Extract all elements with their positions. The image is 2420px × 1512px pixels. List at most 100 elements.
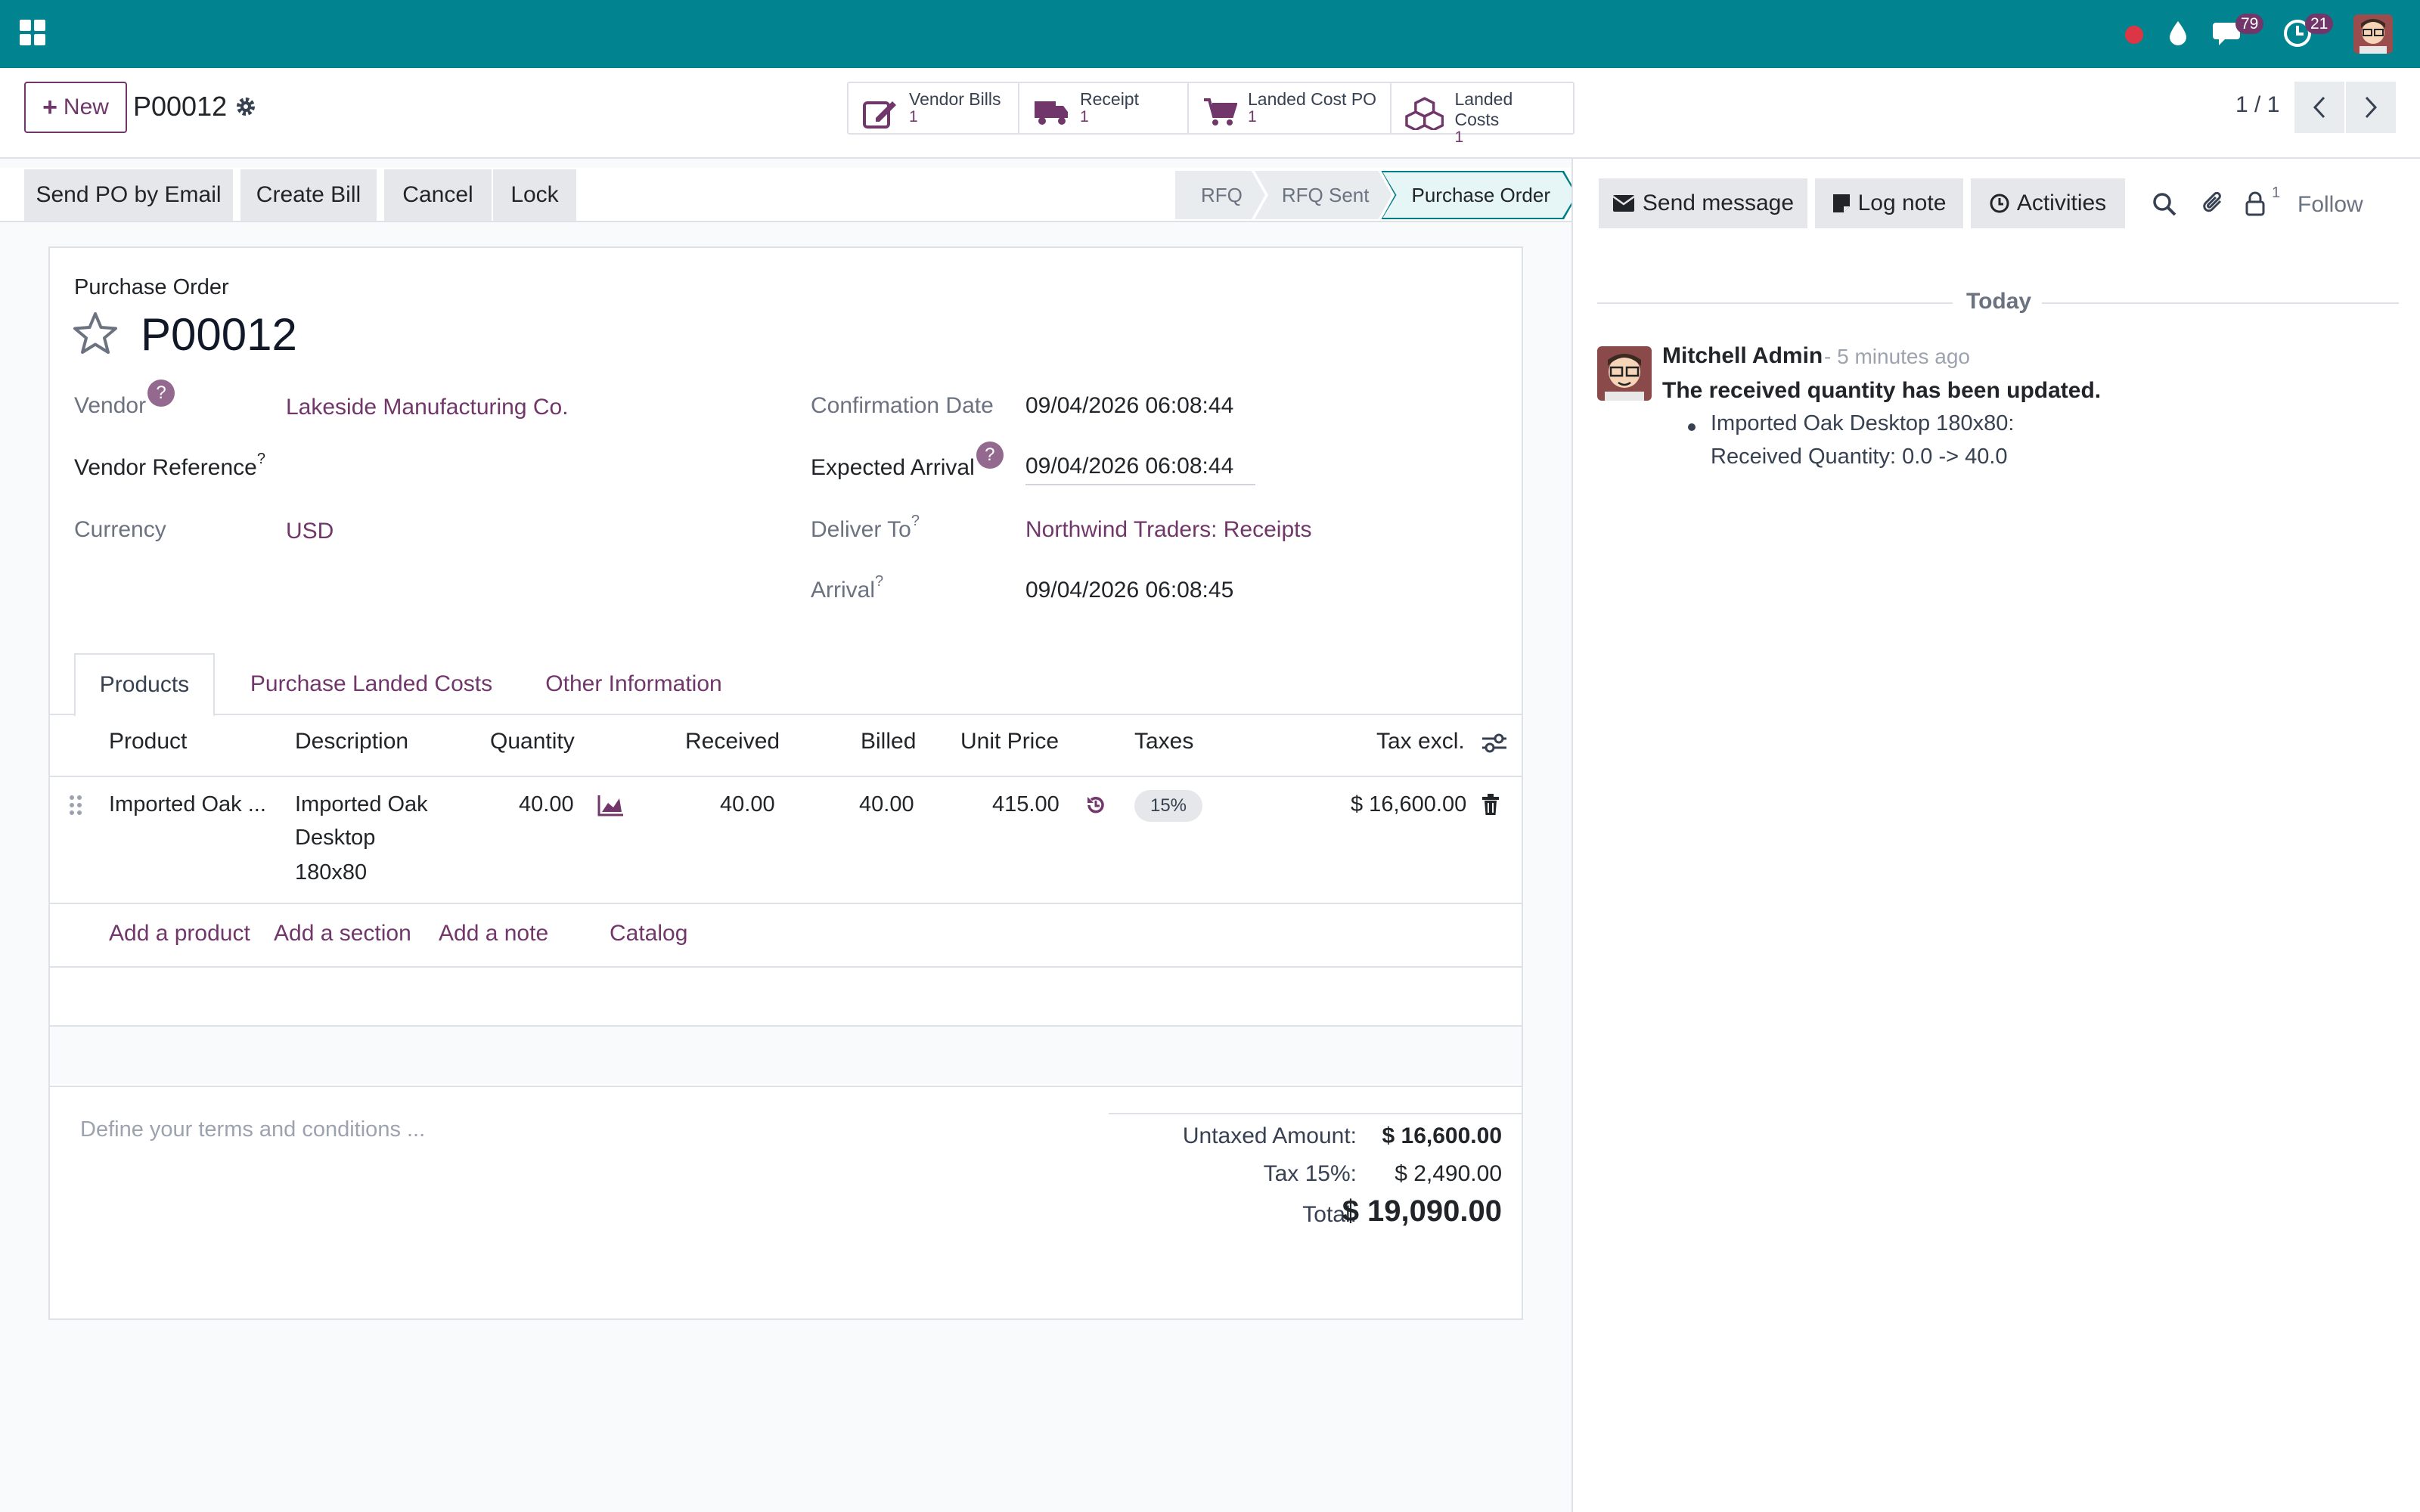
- truck-icon: [1035, 101, 1068, 125]
- vendor-field[interactable]: Lakeside Manufacturing Co.: [286, 395, 569, 420]
- add-product-link[interactable]: Add a product: [109, 921, 250, 947]
- tab-purchase-landed-costs[interactable]: Purchase Landed Costs: [239, 653, 504, 715]
- pager-next-button[interactable]: [2346, 82, 2396, 133]
- status-stages: RFQ RFQ Sent Purchase Order: [1175, 171, 1567, 219]
- message-item-line-1: Imported Oak Desktop 180x80:: [1711, 411, 2015, 435]
- activities-button[interactable]: Activities: [1971, 178, 2125, 228]
- list-bullet: [1688, 423, 1696, 431]
- line-description-1[interactable]: Imported Oak: [295, 792, 428, 817]
- gear-icon[interactable]: [234, 95, 257, 118]
- catalog-link[interactable]: Catalog: [610, 921, 687, 947]
- cubes-icon: [1405, 97, 1444, 130]
- currency-label: Currency: [74, 517, 166, 542]
- totals-divider: [1109, 1113, 1522, 1114]
- form-sheet: Purchase Order P00012 Vendor? Lakeside M…: [48, 246, 1523, 1320]
- smart-button-count: 1: [909, 108, 918, 125]
- stage-purchase-order[interactable]: Purchase Order: [1381, 171, 1578, 219]
- vendor-reference-label: Vendor Reference?: [74, 451, 265, 481]
- line-quantity[interactable]: 40.00: [519, 792, 574, 817]
- history-reset-icon[interactable]: [1084, 794, 1107, 816]
- trash-icon[interactable]: [1481, 794, 1500, 816]
- line-unit-price[interactable]: 415.00: [992, 792, 1060, 817]
- stage-purchase-order-label: Purchase Order: [1382, 172, 1576, 218]
- smart-button-count: 1: [1248, 108, 1257, 125]
- shopping-cart-icon: [1204, 98, 1237, 125]
- line-description-2[interactable]: Desktop: [295, 826, 375, 850]
- column-header-tax-excl[interactable]: Tax excl.: [1376, 729, 1465, 754]
- pager-previous-button[interactable]: [2294, 82, 2344, 133]
- paperclip-icon[interactable]: [2201, 191, 2225, 216]
- smart-button-vendor-bills[interactable]: Vendor Bills 1: [849, 83, 1019, 133]
- sticky-note-icon: [1832, 194, 1850, 212]
- recording-dot-icon[interactable]: [2124, 24, 2145, 45]
- create-bill-button[interactable]: Create Bill: [240, 169, 377, 221]
- empty-row: [50, 966, 1522, 1025]
- send-po-by-email-button[interactable]: Send PO by Email: [24, 169, 233, 221]
- message-time: - 5 minutes ago: [1824, 345, 1970, 368]
- line-product[interactable]: Imported Oak ...: [109, 792, 266, 817]
- apps-menu-icon[interactable]: [20, 20, 47, 47]
- column-header-description[interactable]: Description: [295, 729, 408, 754]
- tab-other-information[interactable]: Other Information: [528, 653, 740, 715]
- tax-tag[interactable]: 15%: [1134, 790, 1202, 822]
- confirmation-date-label: Confirmation Date: [811, 393, 994, 418]
- help-tooltip-icon[interactable]: ?: [976, 442, 1004, 469]
- notebook-tabs: Products Purchase Landed Costs Other Inf…: [50, 653, 1522, 717]
- column-header-received[interactable]: Received: [685, 729, 780, 754]
- new-button-label: New: [63, 94, 109, 119]
- record-title: P00012: [141, 309, 297, 360]
- add-note-link[interactable]: Add a note: [439, 921, 548, 947]
- breadcrumb-record-name: P00012: [133, 91, 228, 122]
- help-tooltip-mark[interactable]: ?: [257, 451, 265, 467]
- line-description-3[interactable]: 180x80: [295, 860, 367, 885]
- message-item-line-2: Received Quantity: 0.0 -> 40.0: [1711, 445, 2008, 469]
- lock-icon[interactable]: [2245, 191, 2266, 216]
- help-tooltip-mark[interactable]: ?: [875, 573, 883, 590]
- drop-icon[interactable]: [2167, 20, 2189, 47]
- column-header-billed[interactable]: Billed: [861, 729, 916, 754]
- avatar[interactable]: [1597, 346, 1652, 401]
- currency-field[interactable]: USD: [286, 519, 334, 544]
- tab-products[interactable]: Products: [74, 653, 215, 717]
- smart-button-landed-costs[interactable]: Landed Costs 1: [1392, 83, 1573, 145]
- plus-icon: +: [42, 92, 57, 122]
- column-header-unit-price[interactable]: Unit Price: [960, 729, 1059, 754]
- terms-conditions-input[interactable]: Define your terms and conditions ...: [80, 1117, 425, 1142]
- expected-arrival-input[interactable]: 09/04/2026 06:08:44: [1025, 454, 1255, 485]
- add-section-link[interactable]: Add a section: [274, 921, 411, 947]
- top-navbar: 79 21: [0, 0, 2420, 68]
- search-icon[interactable]: [2152, 192, 2176, 216]
- control-panel: + New P00012 Vendor Bills 1 Receipt 1 Land…: [0, 68, 2420, 159]
- lock-button[interactable]: Lock: [493, 169, 576, 221]
- optional-columns-icon[interactable]: [1481, 732, 1508, 754]
- column-header-taxes[interactable]: Taxes: [1134, 729, 1193, 754]
- column-header-product[interactable]: Product: [109, 729, 187, 754]
- document-type-label: Purchase Order: [74, 275, 229, 299]
- help-tooltip-mark[interactable]: ?: [911, 513, 920, 529]
- messages-badge: 79: [2235, 14, 2264, 34]
- deliver-to-label: Deliver To?: [811, 513, 920, 543]
- message-author[interactable]: Mitchell Admin: [1662, 343, 1823, 369]
- stage-rfq-sent[interactable]: RFQ Sent: [1255, 171, 1392, 219]
- follow-button[interactable]: Follow: [2297, 192, 2363, 218]
- deliver-to-field[interactable]: Northwind Traders: Receipts: [1025, 517, 1312, 543]
- user-avatar[interactable]: [2353, 14, 2393, 54]
- vendor-reference-label-text: Vendor Reference: [74, 455, 257, 480]
- smart-button-receipt[interactable]: Receipt 1: [1019, 83, 1189, 133]
- log-note-button[interactable]: Log note: [1815, 178, 1963, 228]
- send-message-button[interactable]: Send message: [1599, 178, 1807, 228]
- star-icon[interactable]: [73, 311, 118, 355]
- smart-button-landed-cost-po[interactable]: Landed Cost PO 1: [1189, 83, 1392, 133]
- pager-value[interactable]: 1 / 1: [2235, 92, 2279, 118]
- help-tooltip-icon[interactable]: ?: [147, 380, 175, 407]
- new-button[interactable]: + New: [24, 82, 127, 133]
- drag-handle-icon[interactable]: [68, 794, 83, 816]
- stage-rfq[interactable]: RFQ: [1175, 171, 1265, 219]
- forecast-chart-icon[interactable]: [597, 794, 625, 816]
- column-header-quantity[interactable]: Quantity: [490, 729, 575, 754]
- cancel-button[interactable]: Cancel: [384, 169, 492, 221]
- line-received[interactable]: 40.00: [720, 792, 775, 817]
- expected-arrival-label-text: Expected Arrival: [811, 455, 975, 480]
- date-divider-left: [1597, 302, 1953, 304]
- smart-buttons: Vendor Bills 1 Receipt 1 Landed Cost PO 1 L…: [847, 82, 1575, 145]
